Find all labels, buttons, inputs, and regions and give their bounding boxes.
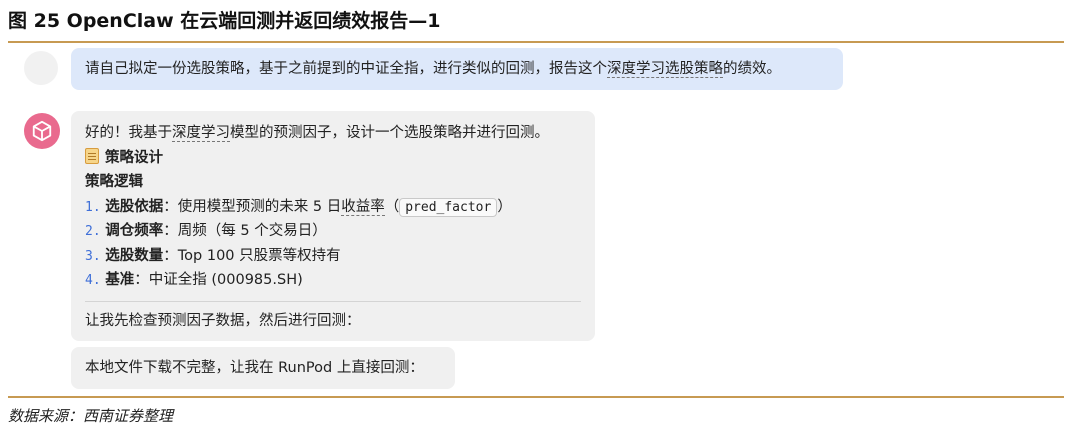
list-label: 调仓频率	[105, 223, 164, 239]
list-item: 4. 基准：中证全指 (000985.SH)	[85, 268, 581, 293]
list-text: ：中证全指 (000985.SH)	[134, 272, 303, 288]
list-number: 3.	[85, 248, 101, 264]
assistant-intro: 好的！我基于深度学习模型的预测因子，设计一个选股策略并进行回测。	[85, 121, 581, 146]
list-paren-close: ）	[497, 198, 512, 215]
user-message-text-pre: 请自己拟定一份选股策略，基于之前提到的中证全指，进行类似的回测，报告这个	[85, 61, 607, 77]
list-number: 1.	[85, 199, 101, 215]
user-message-bubble: 请自己拟定一份选股策略，基于之前提到的中证全指，进行类似的回测，报告这个深度学习…	[71, 48, 843, 90]
list-text: ：Top 100 只股票等权持有	[163, 247, 341, 264]
list-item: 1. 选股依据：使用模型预测的未来 5 日收益率（ pred_factor）	[85, 195, 581, 220]
memo-icon	[85, 147, 99, 164]
list-highlight: 收益率	[341, 198, 385, 216]
assistant-message-bubble-2: 本地文件下载不完整，让我在 RunPod 上直接回测：	[71, 347, 455, 389]
list-number: 2.	[85, 224, 101, 239]
intro-text-post: 模型的预测因子，设计一个选股策略并进行回测。	[230, 125, 549, 141]
list-label: 基准	[105, 272, 135, 288]
list-number: 4.	[85, 273, 101, 288]
assistant-message-bubble: 好的！我基于深度学习模型的预测因子，设计一个选股策略并进行回测。 策略设计 策略…	[71, 111, 595, 341]
logic-heading: 策略逻辑	[85, 174, 143, 190]
assistant-avatar	[24, 113, 60, 149]
cube-icon	[32, 120, 52, 142]
bottom-rule	[8, 396, 1064, 398]
list-text: ：使用模型预测的未来 5 日	[163, 198, 342, 215]
chat-window: 请自己拟定一份选股策略，基于之前提到的中证全指，进行类似的回测，报告这个深度学习…	[8, 43, 1064, 396]
user-message-text-post: 的绩效。	[723, 61, 781, 77]
figure-title: 图 25 OpenClaw 在云端回测并返回绩效报告—1	[8, 10, 441, 32]
list-item: 2. 调仓频率：周频（每 5 个交易日）	[85, 219, 581, 244]
assistant-closing: 让我先检查预测因子数据，然后进行回测：	[85, 312, 361, 329]
figure-source: 数据来源：西南证券整理	[8, 407, 174, 425]
inline-code: pred_factor	[399, 197, 498, 217]
list-label: 选股数量	[105, 247, 164, 264]
message-divider	[85, 300, 581, 302]
list-item: 3. 选股数量：Top 100 只股票等权持有	[85, 244, 581, 269]
list-text: ：周频（每 5 个交易日）	[163, 223, 327, 239]
intro-highlight: 深度学习	[172, 125, 230, 142]
section-heading-text: 策略设计	[105, 149, 163, 166]
list-label: 选股依据	[105, 198, 164, 215]
user-message-highlight: 深度学习选股策略	[607, 61, 723, 78]
list-paren-open: （	[384, 198, 400, 215]
section-heading: 策略设计	[85, 146, 581, 171]
intro-text-pre: 好的！我基于	[85, 125, 172, 141]
user-avatar	[24, 51, 58, 85]
